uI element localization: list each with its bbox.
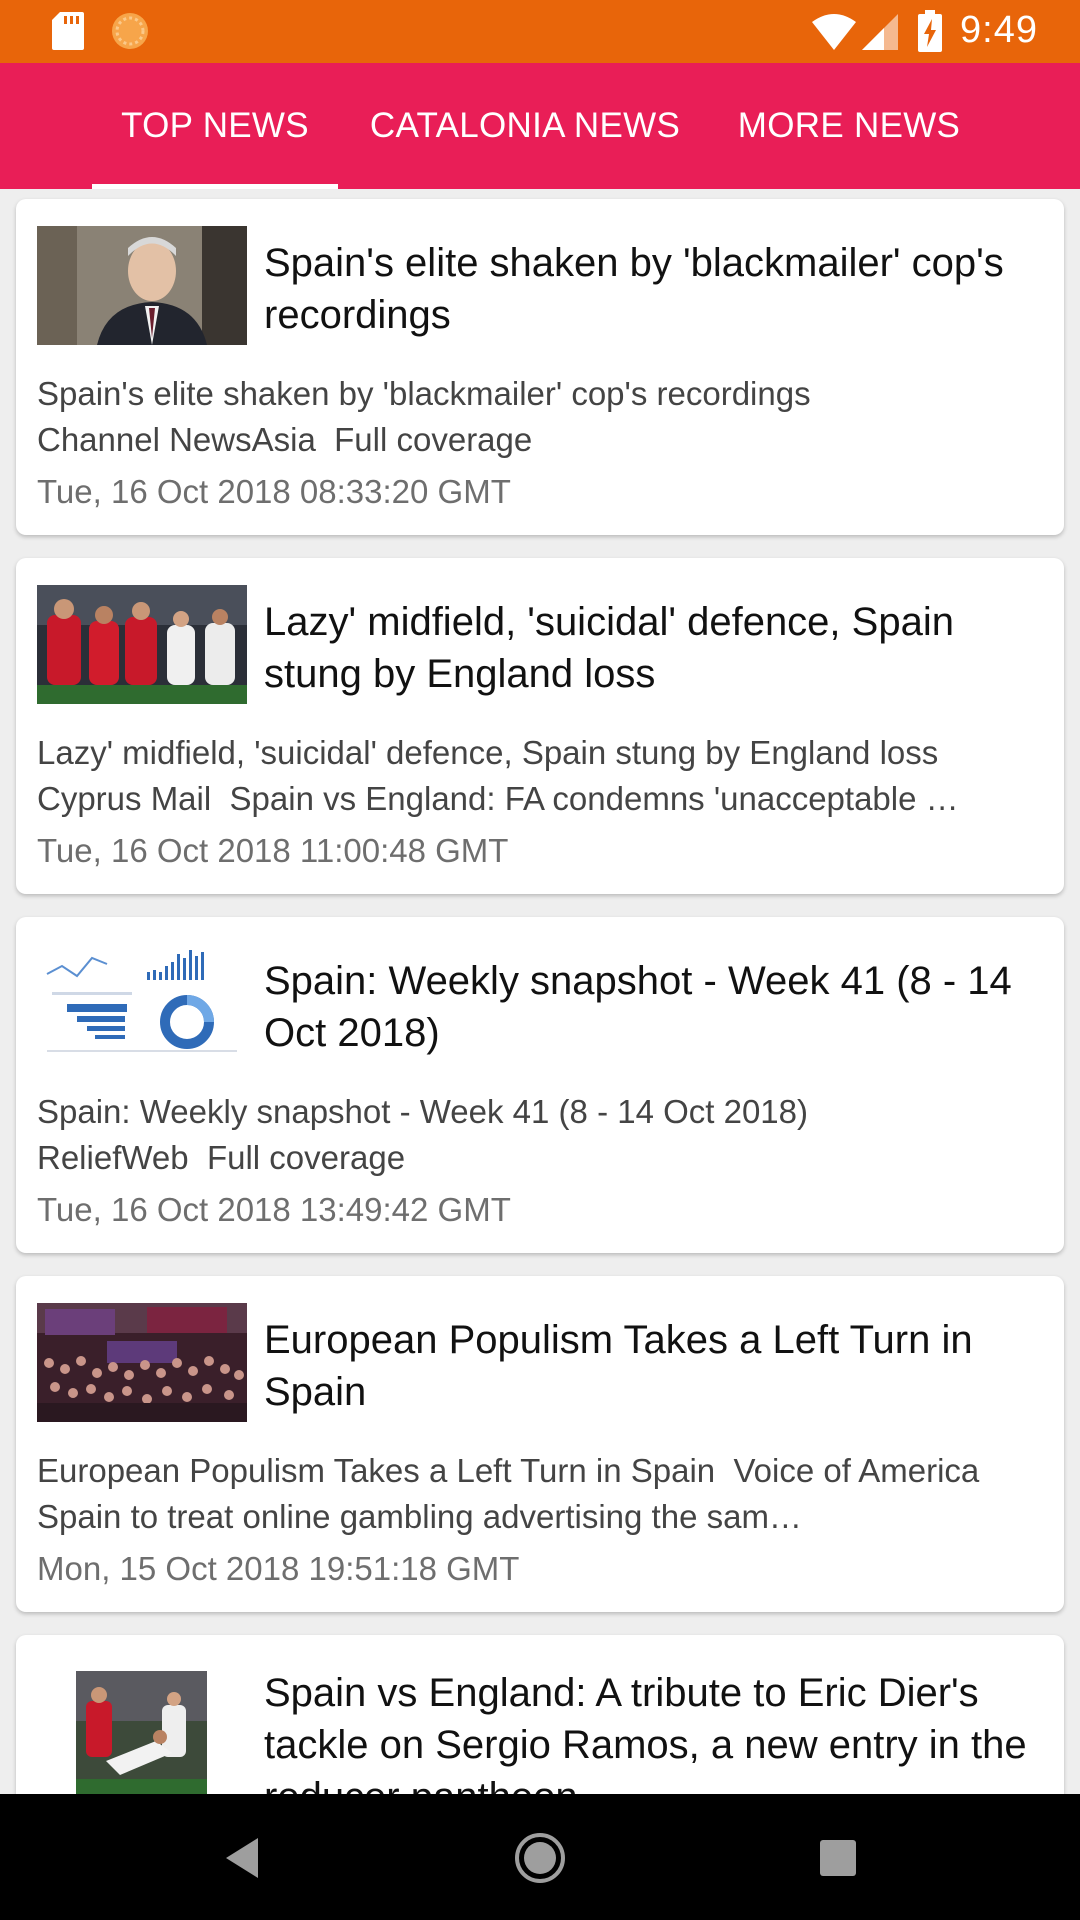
- article-headline: European Populism Takes a Left Turn in S…: [264, 1318, 973, 1414]
- article-thumbnail: [37, 944, 247, 1063]
- news-card[interactable]: Spain vs England: A tribute to Eric Dier…: [16, 1635, 1064, 1794]
- article-date: Tue, 16 Oct 2018 13:49:42 GMT: [37, 1191, 511, 1228]
- article-headline: Spain: Weekly snapshot - Week 41 (8 - 14…: [264, 959, 1012, 1055]
- app-notification-icon: [112, 13, 148, 49]
- news-feed[interactable]: Spain's elite shaken by 'blackmailer' co…: [0, 189, 1080, 1794]
- navigation-bar: [0, 1794, 1080, 1920]
- article-date: Tue, 16 Oct 2018 11:00:48 GMT: [37, 832, 509, 869]
- recents-icon[interactable]: [820, 1840, 856, 1876]
- article-headline: Lazy' midfield, 'suicidal' defence, Spai…: [264, 600, 954, 696]
- home-icon[interactable]: [514, 1832, 566, 1884]
- battery-icon: [918, 10, 942, 52]
- news-card[interactable]: Spain: Weekly snapshot - Week 41 (8 - 14…: [16, 917, 1064, 1253]
- status-time: 9:49: [960, 9, 1038, 51]
- status-bar: 9:49: [0, 0, 1080, 63]
- article-thumbnail: [76, 1671, 207, 1794]
- tab-bar: TOP NEWS CATALONIA NEWS MORE NEWS: [0, 63, 1080, 189]
- article-summary: Lazy' midfield, 'suicidal' defence, Spai…: [37, 734, 959, 817]
- article-thumbnail: [37, 585, 247, 704]
- sd-card-icon: [52, 12, 84, 50]
- article-summary: European Populism Takes a Left Turn in S…: [37, 1452, 998, 1535]
- article-date: Tue, 16 Oct 2018 08:33:20 GMT: [37, 473, 511, 510]
- wifi-icon: [812, 14, 856, 50]
- article-summary: Spain: Weekly snapshot - Week 41 (8 - 14…: [37, 1093, 809, 1176]
- news-card[interactable]: European Populism Takes a Left Turn in S…: [16, 1276, 1064, 1612]
- tab-top-news[interactable]: TOP NEWS: [92, 63, 338, 189]
- article-headline: Spain vs England: A tribute to Eric Dier…: [264, 1671, 1027, 1794]
- article-thumbnail: [37, 226, 247, 345]
- news-card[interactable]: Spain's elite shaken by 'blackmailer' co…: [16, 199, 1064, 535]
- back-icon[interactable]: [222, 1836, 262, 1880]
- tab-catalonia-news[interactable]: CATALONIA NEWS: [356, 63, 694, 189]
- article-headline: Spain's elite shaken by 'blackmailer' co…: [264, 241, 1004, 337]
- news-card[interactable]: Lazy' midfield, 'suicidal' defence, Spai…: [16, 558, 1064, 894]
- article-summary: Spain's elite shaken by 'blackmailer' co…: [37, 375, 811, 458]
- article-date: Mon, 15 Oct 2018 19:51:18 GMT: [37, 1550, 520, 1587]
- tab-more-news[interactable]: MORE NEWS: [724, 63, 974, 189]
- article-thumbnail: [37, 1303, 247, 1422]
- cell-signal-icon: [862, 14, 898, 50]
